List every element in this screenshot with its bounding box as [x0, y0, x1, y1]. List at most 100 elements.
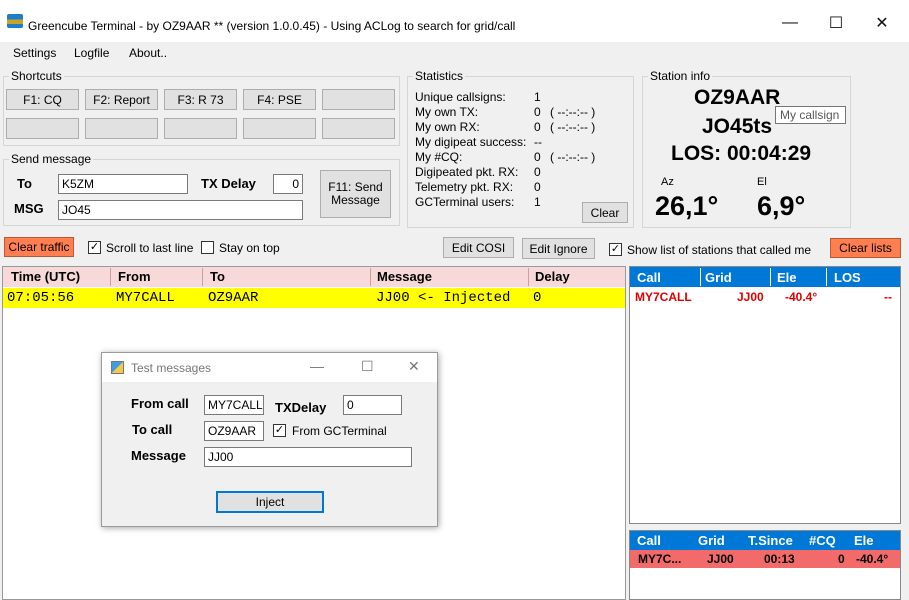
- menu-logfile[interactable]: Logfile: [74, 46, 109, 60]
- col-from[interactable]: From: [118, 269, 151, 284]
- stat-label: My digipeat success:: [415, 135, 527, 149]
- called-col-grid[interactable]: Grid: [698, 533, 725, 548]
- shortcut-button-10[interactable]: [322, 118, 395, 139]
- checkmark-icon: ✓: [610, 243, 621, 255]
- shortcut-button-7[interactable]: [85, 118, 158, 139]
- stat-value: 1: [534, 90, 541, 104]
- called-grid: JJ00: [707, 552, 734, 566]
- from-gcterminal-checkbox[interactable]: ✓: [273, 424, 286, 437]
- called-col-call[interactable]: Call: [637, 533, 661, 548]
- scroll-to-last-checkbox[interactable]: ✓: [88, 241, 101, 254]
- az-value: 26,1°: [655, 191, 719, 221]
- msg-input[interactable]: JO45: [58, 200, 303, 220]
- tx-delay-input[interactable]: 0: [273, 174, 303, 194]
- to-call-input[interactable]: OZ9AAR: [204, 421, 264, 441]
- row-time: 07:05:56: [7, 290, 75, 306]
- col-separator: [202, 268, 203, 286]
- clear-traffic-button[interactable]: Clear traffic: [4, 237, 74, 257]
- called-tsince: 00:13: [764, 552, 795, 566]
- app-icon: [7, 14, 23, 28]
- stat-label: Digipeated pkt. RX:: [415, 165, 519, 179]
- f4-pse-button[interactable]: F4: PSE: [243, 89, 316, 110]
- called-ele: -40.4°: [856, 552, 889, 566]
- from-call-input[interactable]: MY7CALL: [204, 395, 264, 415]
- dialog-close-button[interactable]: ✕: [408, 358, 420, 375]
- stat-value: 0: [534, 150, 541, 164]
- menu-settings[interactable]: Settings: [13, 46, 56, 60]
- station-call[interactable]: MY7CALL: [635, 290, 692, 304]
- minimize-button[interactable]: —: [767, 8, 813, 38]
- dialog-title: Test messages: [131, 361, 212, 375]
- send-message-title: Send message: [9, 152, 94, 166]
- called-col-tsince[interactable]: T.Since: [748, 533, 793, 548]
- table-row[interactable]: [3, 288, 625, 308]
- col-delay[interactable]: Delay: [535, 269, 570, 284]
- col-time[interactable]: Time (UTC): [11, 269, 80, 284]
- stay-on-top-checkbox[interactable]: [201, 241, 214, 254]
- f1-cq-button[interactable]: F1: CQ: [6, 89, 79, 110]
- traffic-log-header: [3, 267, 625, 287]
- from-gcterminal-label: From GCTerminal: [292, 424, 387, 438]
- row-from: MY7CALL: [116, 290, 175, 306]
- stations-list[interactable]: [629, 266, 901, 524]
- to-label: To: [17, 176, 32, 191]
- stations-col-los[interactable]: LOS: [834, 270, 861, 285]
- clear-stats-button[interactable]: Clear: [582, 202, 628, 223]
- stations-col-ele[interactable]: Ele: [777, 270, 797, 285]
- station-grid: JJ00: [737, 290, 764, 304]
- menu-about[interactable]: About..: [129, 46, 167, 60]
- message-input[interactable]: JJ00: [204, 447, 412, 467]
- stat-label: Telemetry pkt. RX:: [415, 180, 514, 194]
- called-col-ele[interactable]: Ele: [854, 533, 874, 548]
- dialog-minimize-button[interactable]: —: [310, 358, 324, 374]
- stat-value: 0: [534, 165, 541, 179]
- maximize-button[interactable]: ☐: [813, 8, 859, 38]
- shortcut-button-9[interactable]: [243, 118, 316, 139]
- col-separator: [770, 268, 771, 286]
- callsign-tooltip: My callsign: [775, 106, 846, 124]
- row-to: OZ9AAR: [208, 290, 259, 306]
- el-label: El: [757, 176, 767, 188]
- stat-time: ( --:--:-- ): [550, 150, 596, 164]
- txdelay-label: TXDelay: [275, 400, 327, 415]
- f2-report-button[interactable]: F2: Report: [85, 89, 158, 110]
- dialog-maximize-button[interactable]: ☐: [361, 358, 374, 375]
- close-button[interactable]: ✕: [859, 8, 905, 38]
- stations-col-call[interactable]: Call: [637, 270, 661, 285]
- col-separator: [826, 268, 827, 286]
- checkmark-icon: ✓: [89, 241, 100, 253]
- clear-lists-button[interactable]: Clear lists: [830, 238, 901, 258]
- shortcut-button-8[interactable]: [164, 118, 237, 139]
- col-separator: [528, 268, 529, 286]
- shortcut-button-5[interactable]: [322, 89, 395, 110]
- message-label: Message: [131, 448, 186, 463]
- edit-ignore-button[interactable]: Edit Ignore: [522, 238, 595, 259]
- called-call: MY7C...: [638, 552, 682, 566]
- inject-button[interactable]: Inject: [216, 491, 324, 513]
- stat-value: 0: [534, 180, 541, 194]
- col-to[interactable]: To: [210, 269, 225, 284]
- el-value: 6,9°: [757, 191, 806, 221]
- shortcut-button-6[interactable]: [6, 118, 79, 139]
- tx-delay-label: TX Delay: [201, 176, 256, 191]
- dialog-app-icon: [111, 361, 124, 374]
- los-countdown: LOS: 00:04:29: [671, 142, 812, 165]
- called-col-cq[interactable]: #CQ: [809, 533, 836, 548]
- stat-time: ( --:--:-- ): [550, 105, 596, 119]
- from-call-label: From call: [131, 396, 189, 411]
- stat-label: GCTerminal users:: [415, 195, 515, 209]
- row-message: JJ00 <- Injected: [376, 290, 511, 306]
- show-list-checkbox[interactable]: ✓: [609, 243, 622, 256]
- send-message-button[interactable]: F11: Send Message: [320, 170, 391, 218]
- col-separator: [370, 268, 371, 286]
- to-input[interactable]: K5ZM: [58, 174, 188, 194]
- stat-label: My own TX:: [415, 105, 479, 119]
- txdelay-input[interactable]: 0: [343, 395, 402, 415]
- stations-col-grid[interactable]: Grid: [705, 270, 732, 285]
- stat-value: 0: [534, 120, 541, 134]
- col-message[interactable]: Message: [377, 269, 432, 284]
- stat-value: 0: [534, 105, 541, 119]
- stat-label: My own RX:: [415, 120, 480, 134]
- f3-r73-button[interactable]: F3: R 73: [164, 89, 237, 110]
- edit-cosi-button[interactable]: Edit COSI: [443, 237, 514, 258]
